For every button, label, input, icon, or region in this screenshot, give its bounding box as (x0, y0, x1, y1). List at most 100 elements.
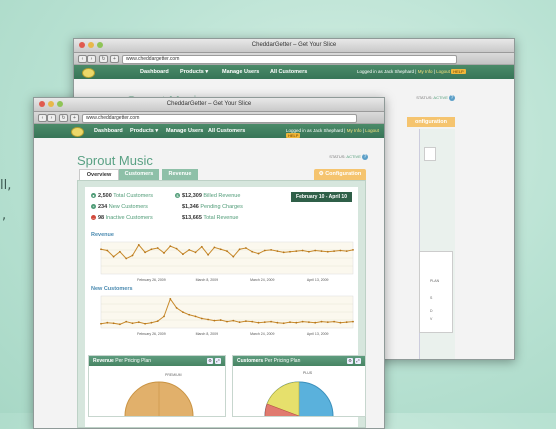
stat-inactive-customers: –98 Inactive Customers (91, 215, 153, 221)
nav-manage-users[interactable]: Manage Users (166, 128, 203, 134)
revenue-per-plan-header: Revenue Per Pricing Plan ⚙ ⤢ (89, 356, 225, 366)
data-point (169, 298, 172, 300)
nav-manage-users[interactable]: Manage Users (222, 69, 259, 75)
nav-products[interactable]: Products ▾ (180, 69, 208, 75)
status-value: ACTIVE (346, 154, 361, 160)
data-point (188, 248, 191, 251)
stat-label: Total Revenue (203, 215, 239, 221)
revenue-chart-title: Revenue (91, 232, 114, 238)
back-table-cell: D (430, 309, 433, 313)
my-info-link[interactable]: My Info (418, 69, 433, 74)
nav-dashboard[interactable]: Dashboard (140, 69, 169, 75)
back-input-box[interactable] (424, 147, 436, 161)
nav-all-customers[interactable]: All Customers (208, 128, 245, 134)
stat-billed-revenue: $ $12,309 Billed Revenue (175, 193, 240, 199)
data-point (112, 255, 115, 258)
stat-num: $13,665 (182, 215, 202, 221)
front-url-field[interactable]: www.cheddargetter.com (82, 114, 357, 123)
data-point (345, 321, 348, 324)
x-tick-label: March 24, 2009 (250, 332, 274, 336)
back-arrow-icon[interactable]: ‹ (38, 114, 47, 122)
data-point (182, 311, 184, 314)
help-icon[interactable]: ? (449, 95, 455, 101)
data-point (194, 315, 197, 318)
chevron-down-icon: ▾ (205, 69, 209, 75)
data-point (238, 248, 241, 251)
cheddar-logo-icon[interactable] (71, 127, 84, 137)
nav-all-customers[interactable]: All Customers (270, 69, 307, 75)
logout-link[interactable]: Logout (365, 128, 379, 133)
reload-icon[interactable]: ↻ (99, 55, 108, 63)
back-url-field[interactable]: www.cheddargetter.com (122, 55, 457, 64)
nav-dashboard[interactable]: Dashboard (94, 128, 123, 134)
panel-title-rest: Per Pricing Plan (115, 358, 152, 364)
revenue-per-plan-panel: Revenue Per Pricing Plan ⚙ ⤢ PREMIUM (88, 355, 226, 429)
logout-link[interactable]: Logout (436, 69, 450, 74)
data-point (295, 321, 298, 324)
stat-label: New Customers (108, 204, 148, 210)
stat-total-customers: ● 2,500 Total Customers (91, 193, 153, 199)
tab-customers[interactable]: Customers (119, 169, 159, 180)
date-range-selector[interactable]: February 10 - April 10 (291, 192, 352, 202)
data-point (289, 250, 291, 253)
help-badge[interactable]: HELP (451, 69, 466, 75)
data-point (213, 246, 216, 249)
forward-arrow-icon[interactable]: › (47, 114, 56, 122)
status-label: STATUS (416, 95, 432, 101)
tab-revenue[interactable]: Revenue (162, 169, 198, 180)
settings-icon[interactable]: ⚙ (207, 358, 213, 364)
data-point (301, 320, 304, 323)
front-titlebar: CheddarGetter – Get Your Slice (34, 98, 384, 112)
close-icon[interactable] (79, 42, 85, 48)
stat-label: Inactive Customers (105, 215, 153, 221)
reload-icon[interactable]: ↻ (59, 114, 68, 122)
logged-in-text: Logged in as Jack Shephard (357, 69, 415, 74)
gear-icon: ⚙ (318, 171, 324, 177)
settings-icon[interactable]: ⚙ (347, 358, 353, 364)
data-point (150, 321, 153, 324)
data-point (320, 250, 323, 252)
user-info: Logged in as Jack Shephard | My Info | L… (286, 128, 379, 139)
x-tick-label: April 13, 2009 (307, 278, 329, 282)
back-table-cell: PLAN (430, 279, 440, 283)
help-icon[interactable]: ? (362, 154, 368, 160)
configuration-button[interactable]: ⚙ Configuration (314, 169, 366, 180)
forward-arrow-icon[interactable]: › (87, 55, 96, 63)
data-point (345, 250, 348, 252)
data-point (169, 245, 172, 248)
expand-icon[interactable]: ⤢ (355, 358, 361, 364)
nav-products[interactable]: Products ▾ (130, 128, 158, 134)
minimize-icon[interactable] (48, 101, 54, 107)
data-point (106, 249, 109, 252)
back-config-tab[interactable]: onfiguration (407, 117, 455, 127)
data-point (188, 313, 191, 316)
my-info-link[interactable]: My Info (347, 128, 362, 133)
data-point (163, 252, 165, 254)
logged-in-text: Logged in as Jack Shephard (286, 128, 344, 133)
window-controls[interactable] (39, 101, 63, 107)
minimize-icon[interactable] (88, 42, 94, 48)
expand-icon[interactable]: ⤢ (215, 358, 221, 364)
close-icon[interactable] (39, 101, 45, 107)
data-point (207, 253, 209, 256)
add-bookmark-icon[interactable]: + (110, 55, 119, 63)
data-point (232, 319, 235, 322)
data-point (352, 320, 354, 323)
data-point (125, 320, 128, 323)
add-bookmark-icon[interactable]: + (70, 114, 79, 122)
zoom-icon[interactable] (57, 101, 63, 107)
customers-per-plan-panel: Customers Per Pricing Plan ⚙ ⤢ PLUS (232, 355, 366, 429)
user-info: Logged in as Jack Shephard | My Info | L… (357, 69, 466, 75)
data-point (276, 321, 279, 324)
stat-label: Total Customers (113, 193, 153, 199)
zoom-icon[interactable] (97, 42, 103, 48)
stat-num: 234 (98, 204, 108, 210)
data-point (314, 249, 317, 252)
stat-num: $1,346 (182, 204, 199, 210)
window-controls[interactable] (79, 42, 103, 48)
stat-num: $12,309 (182, 193, 202, 199)
back-window-title: CheddarGetter – Get Your Slice (251, 42, 337, 48)
cheddar-logo-icon[interactable] (82, 68, 95, 78)
back-arrow-icon[interactable]: ‹ (78, 55, 87, 63)
data-point (232, 255, 235, 258)
